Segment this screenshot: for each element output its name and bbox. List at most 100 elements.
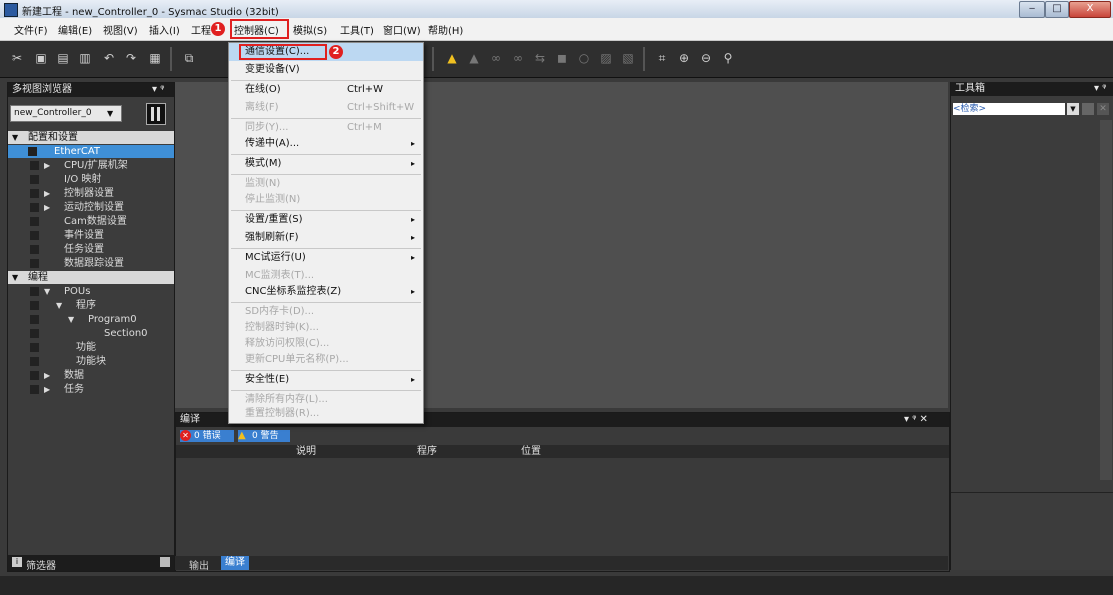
tree-item-function-blocks[interactable]: 功能块 <box>8 355 174 368</box>
tree-item-task-settings[interactable]: 任务设置 <box>8 243 174 256</box>
fit-icon[interactable]: ⌗ <box>655 51 669 65</box>
annotation-badge-1: 1 <box>211 22 225 36</box>
tree-item-io-map[interactable]: I/O 映射 <box>8 173 174 186</box>
paste-icon[interactable]: ▤ <box>56 51 70 65</box>
cut-icon[interactable]: ✂ <box>10 51 24 65</box>
search-dropdown-icon[interactable]: ▼ <box>1067 103 1079 115</box>
menu-tools[interactable]: 工具(T) <box>340 22 374 37</box>
minimize-button[interactable]: ‒ <box>1019 1 1045 18</box>
tree-item-data-trace[interactable]: 数据跟踪设置 <box>8 257 174 270</box>
tree-section-programming[interactable]: ▼ 编程 <box>8 271 174 284</box>
menu-item-offline[interactable]: 离线(F) Ctrl+Shift+W <box>229 99 423 117</box>
transfer-icon[interactable]: ⇆ <box>533 51 547 65</box>
menu-item-cnc-monitor-table[interactable]: CNC坐标系监控表(Z) ▸ <box>229 283 423 301</box>
panel-pin-icon[interactable]: ▾ ᵠ ✕ <box>904 413 928 427</box>
submenu-arrow-icon: ▸ <box>411 159 416 168</box>
maximize-button[interactable]: □ <box>1045 1 1069 18</box>
tree-item-section0[interactable]: Section0 <box>8 327 174 340</box>
tree-item-controller-settings[interactable]: ▶ 控制器设置 <box>8 187 174 200</box>
tab-output[interactable]: 输出 <box>189 557 209 572</box>
undo-icon[interactable]: ↶ <box>102 51 116 65</box>
window-title: 新建工程 - new_Controller_0 - Sysmac Studio … <box>22 7 279 18</box>
tree-item-motion-settings[interactable]: ▶ 运动控制设置 <box>8 201 174 214</box>
stop-monitor-icon[interactable]: ▧ <box>621 51 635 65</box>
monitor-icon[interactable]: ▨ <box>599 51 613 65</box>
panel-pin-icon[interactable]: ▾ ᵠ <box>1094 82 1106 96</box>
column-location[interactable]: 位置 <box>521 445 541 458</box>
panel-pin-icon[interactable]: ▾ ᵠ <box>152 83 164 97</box>
build-warning-icon[interactable]: ▲ <box>445 51 459 65</box>
menu-item-mc-test-run[interactable]: MC试运行(U) ▸ <box>229 249 423 267</box>
controller-select[interactable]: new_Controller_0 ▼ <box>10 105 122 122</box>
tab-build[interactable]: 编译 <box>221 556 249 570</box>
annotation-badge-2: 2 <box>329 45 343 59</box>
menu-help[interactable]: 帮助(H) <box>428 22 463 37</box>
menu-item-label: 设置/重置(S) <box>245 214 303 225</box>
tree-item-pous[interactable]: ▼ POUs <box>8 285 174 298</box>
filter-label[interactable]: 筛选器 <box>26 557 56 572</box>
build-panel: 编译 ▾ ᵠ ✕ ✕ 0 错误 ▲ 0 警告 说明 程序 位置 <box>175 412 950 572</box>
tree-item-ethercat[interactable]: EtherCAT <box>8 145 174 158</box>
toolbox-search-input[interactable]: <检索> <box>953 103 1065 115</box>
menu-item-update-cpu-name[interactable]: 更新CPU单元名称(P)... <box>229 351 423 369</box>
menu-item-online[interactable]: 在线(O) Ctrl+W <box>229 81 423 99</box>
tree-item-programs[interactable]: ▼ 程序 <box>8 299 174 312</box>
tree-item-cam-data[interactable]: Cam数据设置 <box>8 215 174 228</box>
menu-insert[interactable]: 插入(I) <box>149 22 180 37</box>
warnings-filter-button[interactable]: ▲ 0 警告 <box>238 430 290 442</box>
tree-item-cpu-rack[interactable]: ▶ CPU/扩展机架 <box>8 159 174 172</box>
tree-label: I/O 映射 <box>64 174 102 185</box>
toolbox-scrollbar[interactable] <box>1100 120 1112 480</box>
search-replace-icon[interactable]: ▦ <box>148 51 162 65</box>
menu-item-reset-controller[interactable]: 重置控制器(R)... <box>229 405 423 423</box>
search-icon[interactable] <box>1082 103 1094 115</box>
tree-label: 数据 <box>64 370 84 381</box>
copy-icon[interactable]: ▣ <box>34 51 48 65</box>
column-program[interactable]: 程序 <box>417 445 437 458</box>
tree-section-config[interactable]: ▼ 配置和设置 <box>8 131 174 144</box>
clear-search-icon[interactable]: ✕ <box>1097 103 1109 115</box>
menu-window[interactable]: 窗口(W) <box>383 22 421 37</box>
menu-item-set-reset[interactable]: 设置/重置(S) ▸ <box>229 211 423 229</box>
zoom-reset-icon[interactable]: ⚲ <box>721 51 735 65</box>
app-icon <box>4 3 18 17</box>
menu-item-force-refresh[interactable]: 强制刷新(F) ▸ <box>229 229 423 247</box>
tree-label: POUs <box>64 286 91 297</box>
menu-item-mode[interactable]: 模式(M) ▸ <box>229 155 423 173</box>
delete-icon[interactable]: ▥ <box>78 51 92 65</box>
menu-item-security[interactable]: 安全性(E) ▸ <box>229 371 423 389</box>
simulation-icon[interactable]: ○ <box>577 51 591 65</box>
submenu-arrow-icon: ▸ <box>411 375 416 384</box>
filter-toggle-icon[interactable] <box>160 557 170 567</box>
tree-label: Program0 <box>88 314 137 325</box>
errors-filter-button[interactable]: ✕ 0 错误 <box>180 430 234 442</box>
menu-file[interactable]: 文件(F) <box>14 22 48 37</box>
controller-select-value: new_Controller_0 <box>14 108 92 118</box>
check-icon[interactable]: ▲ <box>467 51 481 65</box>
binoculars-icon[interactable]: ∞ <box>489 51 503 65</box>
tree-item-functions[interactable]: 功能 <box>8 341 174 354</box>
tree-item-tasks[interactable]: ▶ 任务 <box>8 383 174 396</box>
tree-item-event-settings[interactable]: 事件设置 <box>8 229 174 242</box>
redo-icon[interactable]: ↷ <box>124 51 138 65</box>
menu-simulation[interactable]: 模拟(S) <box>293 22 327 37</box>
menu-view[interactable]: 视图(V) <box>103 22 138 37</box>
menu-project[interactable]: 工程 <box>191 22 211 37</box>
tree-item-program0[interactable]: ▼ Program0 <box>8 313 174 326</box>
column-description[interactable]: 说明 <box>296 445 316 458</box>
zoom-out-icon[interactable]: ⊖ <box>699 51 713 65</box>
controller-status-icon[interactable] <box>146 103 166 125</box>
online-icon[interactable]: ◼ <box>555 51 569 65</box>
close-button[interactable]: X <box>1069 1 1111 18</box>
tree-item-data[interactable]: ▶ 数据 <box>8 369 174 382</box>
zoom-in-icon[interactable]: ⊕ <box>677 51 691 65</box>
menu-edit[interactable]: 编辑(E) <box>58 22 92 37</box>
tree-label: 数据跟踪设置 <box>64 258 124 269</box>
cross-reference-icon[interactable]: ∞ <box>511 51 525 65</box>
menu-item-transfer[interactable]: 传递中(A)... ▸ <box>229 135 423 153</box>
menu-item-change-device[interactable]: 变更设备(V) <box>229 61 423 79</box>
menu-item-label: 在线(O) <box>245 84 281 95</box>
multiview-explorer: 多视图浏览器 ▾ ᵠ new_Controller_0 ▼ ▼ 配置和设置 Et… <box>7 82 175 572</box>
window-icon[interactable]: ⧉ <box>182 51 196 65</box>
menu-item-stop-monitor[interactable]: 停止监测(N) <box>229 191 423 209</box>
